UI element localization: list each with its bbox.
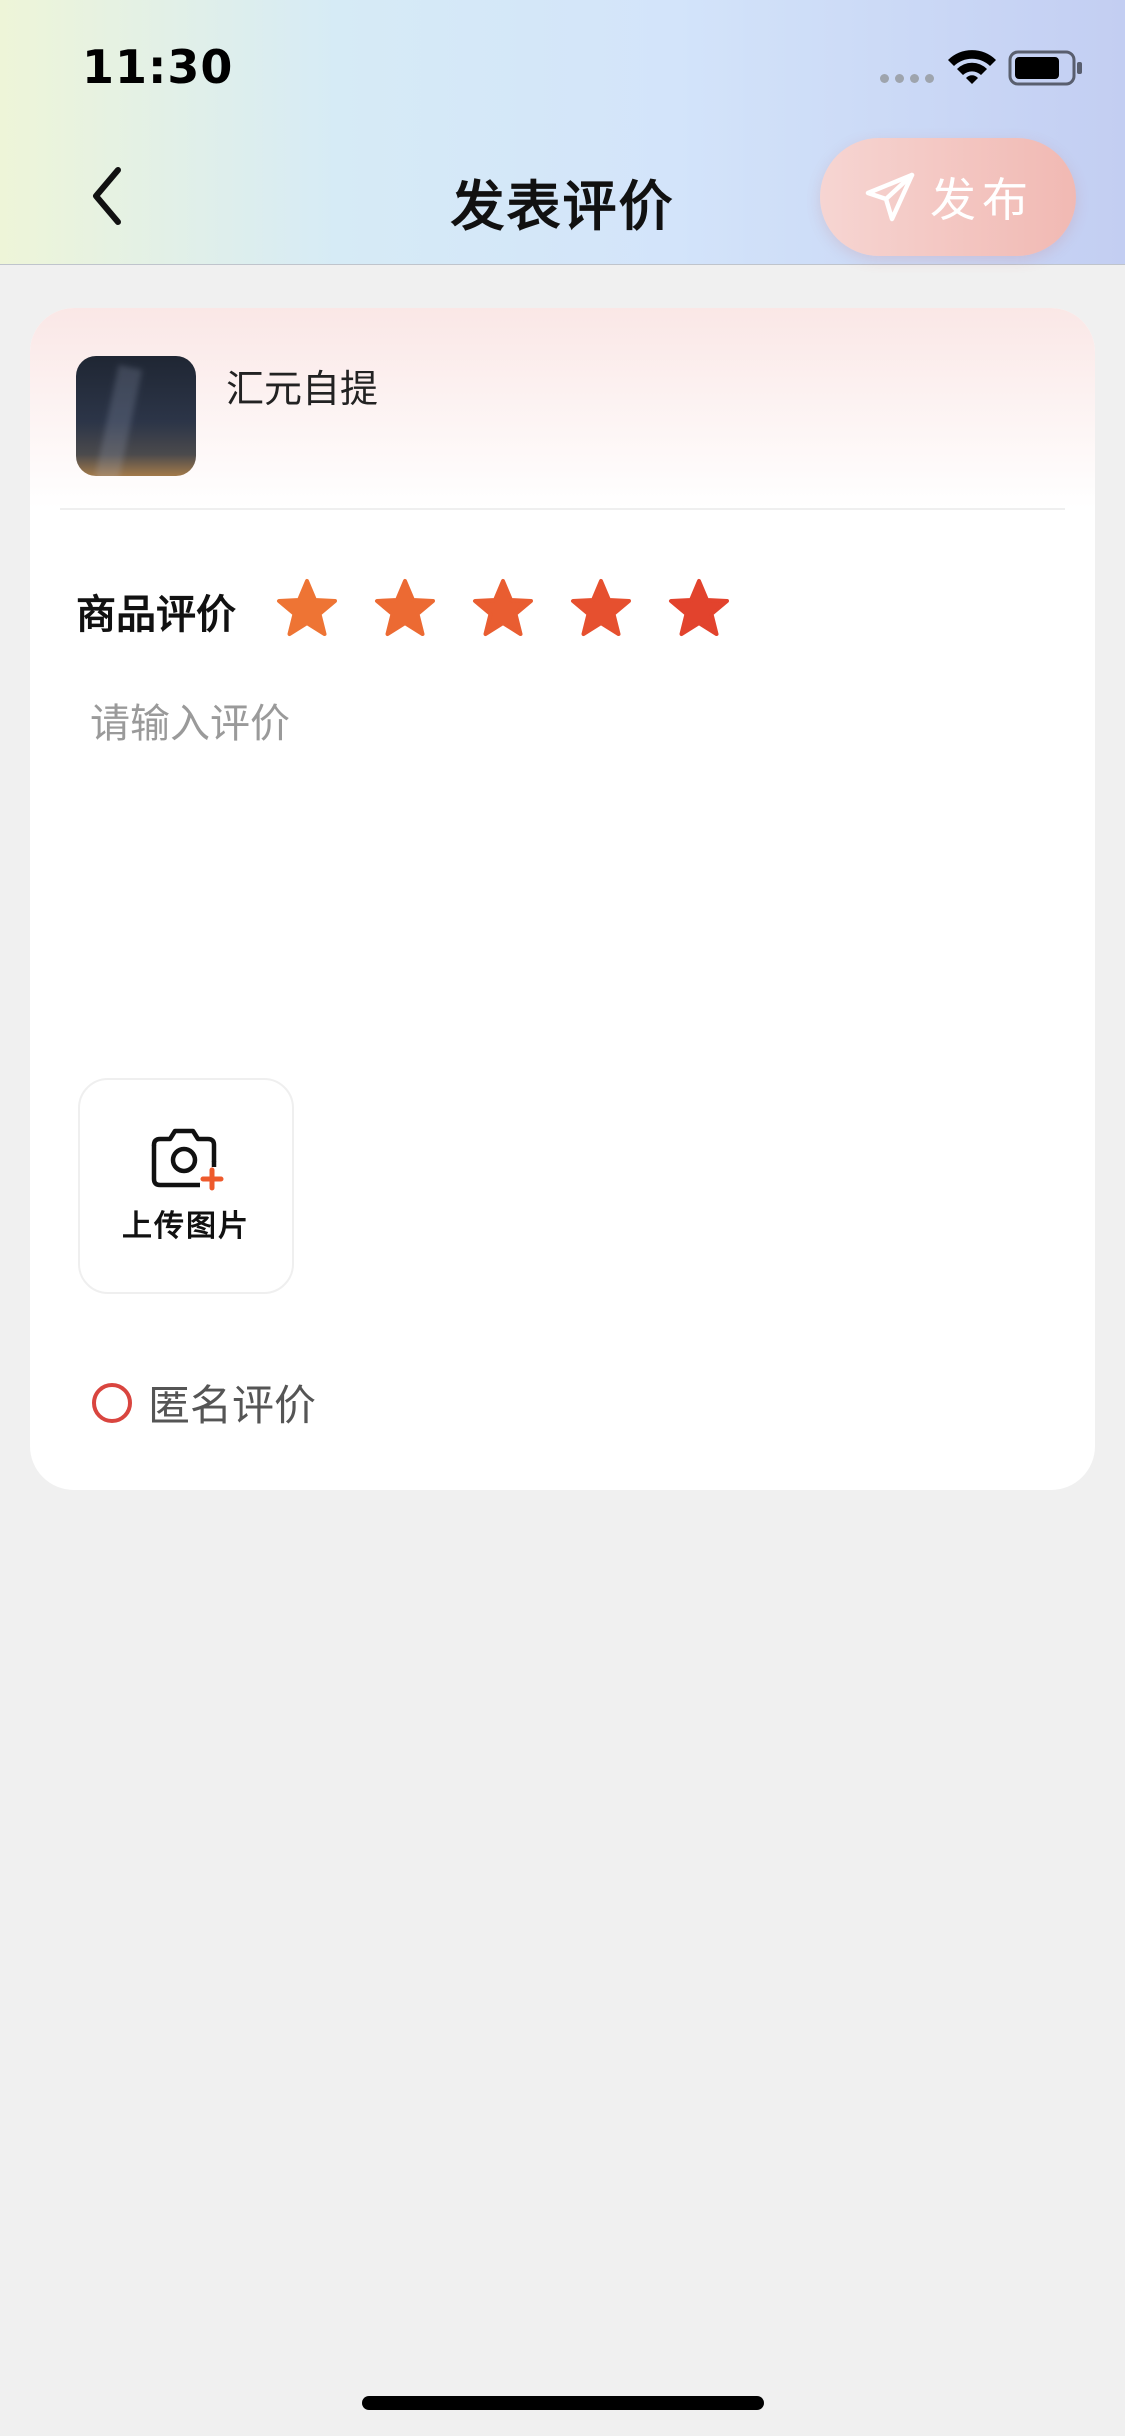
status-time: 11:30 [82, 40, 234, 94]
cellular-signal-icon [880, 74, 934, 83]
upload-label: 上传图片 [122, 1209, 250, 1244]
rating-label: 商品评价 [76, 592, 236, 638]
upload-image-button[interactable]: 上传图片 [78, 1078, 294, 1294]
star-icon-4[interactable] [568, 576, 634, 642]
publish-label: 发布 [930, 173, 1034, 227]
wifi-icon [948, 50, 996, 84]
anonymous-label: 匿名评价 [148, 1381, 317, 1430]
star-icon-1[interactable] [274, 576, 340, 642]
review-card: 汇元自提 商品评价 上传图片 匿名评价 [30, 308, 1095, 1490]
shop-name: 汇元自提 [226, 367, 379, 411]
home-indicator [362, 2396, 764, 2410]
shop-thumbnail [76, 356, 196, 476]
star-icon-3[interactable] [470, 576, 536, 642]
star-icon-5[interactable] [666, 576, 732, 642]
star-rating [274, 576, 732, 642]
star-icon-2[interactable] [372, 576, 438, 642]
battery-icon [1008, 50, 1082, 86]
paper-plane-icon [865, 172, 915, 222]
publish-button[interactable]: 发布 [820, 138, 1076, 256]
review-input[interactable] [70, 696, 1090, 996]
camera-add-icon [151, 1128, 224, 1191]
top-header: 11:30 发表评价 发布 [0, 0, 1125, 265]
anonymous-radio[interactable] [92, 1382, 132, 1423]
divider [60, 508, 1065, 510]
anonymous-toggle[interactable]: 匿名评价 [92, 1372, 316, 1433]
